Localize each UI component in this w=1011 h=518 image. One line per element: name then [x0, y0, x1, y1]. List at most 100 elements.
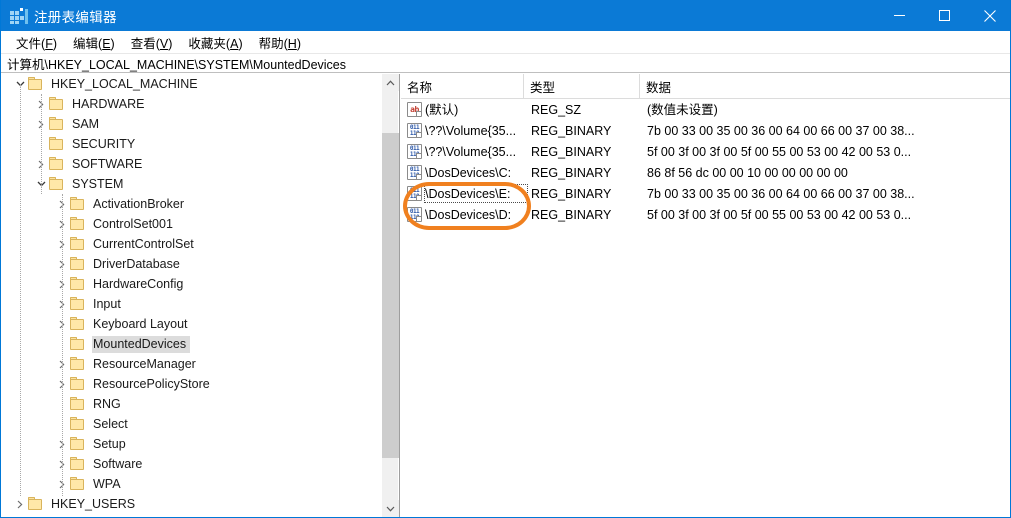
- menu-bar: 文件(F) 编辑(E) 查看(V) 收藏夹(A) 帮助(H): [1, 31, 1010, 54]
- value-data: 5f 00 3f 00 3f 00 5f 00 55 00 53 00 42 0…: [647, 144, 912, 159]
- tree-item-label: HKEY_USERS: [51, 496, 136, 511]
- tree-item-resourcepolicystore[interactable]: ResourcePolicyStore: [1, 374, 379, 394]
- tree-item-label: RNG: [93, 396, 121, 411]
- folder-icon: [70, 257, 86, 271]
- column-header-label: 类型: [530, 80, 556, 95]
- folder-icon: [70, 357, 86, 371]
- value-name: \DosDevices\D:: [425, 207, 512, 222]
- value-type: REG_BINARY: [531, 123, 612, 138]
- tree-item-label: HardwareConfig: [93, 276, 184, 291]
- value-type: REG_BINARY: [531, 144, 612, 159]
- tree-guide-line: [20, 84, 21, 496]
- address-bar[interactable]: 计算机\HKEY_LOCAL_MACHINE\SYSTEM\MountedDev…: [1, 53, 1010, 73]
- value-row[interactable]: 011 110 \??\Volume{35... REG_BINARY 5f 00 3f…: [401, 141, 1010, 162]
- value-row[interactable]: 011 110 \DosDevices\D: REG_BINARY 5f 00 3f 0…: [401, 204, 1010, 225]
- value-name: \??\Volume{35...: [425, 144, 517, 159]
- tree-item-sam[interactable]: SAM: [1, 114, 379, 134]
- value-row[interactable]: 011 110 \DosDevices\E: REG_BINARY 7b 00 33 0…: [401, 183, 1010, 204]
- column-header-3[interactable]: 数据: [639, 74, 1010, 98]
- tree-item-input[interactable]: Input: [1, 294, 379, 314]
- value-name: \??\Volume{35...: [425, 123, 517, 138]
- value-type: REG_BINARY: [531, 186, 612, 201]
- tree-item-resourcemanager[interactable]: ResourceManager: [1, 354, 379, 374]
- tree-item-currentcontrolset[interactable]: CurrentControlSet: [1, 234, 379, 254]
- tree-scroll-area: HKEY_LOCAL_MACHINE HARDWARE SAM SECURITY SOF…: [1, 74, 379, 517]
- folder-icon: [70, 437, 86, 451]
- menu-item-1[interactable]: 文件(F): [8, 31, 65, 54]
- folder-icon: [28, 497, 44, 511]
- address-path: 计算机\HKEY_LOCAL_MACHINE\SYSTEM\MountedDev…: [7, 57, 346, 72]
- tree-item-controlset001[interactable]: ControlSet001: [1, 214, 379, 234]
- menu-item-2[interactable]: 编辑(E): [65, 31, 123, 54]
- menu-item-accelerator: F: [45, 36, 53, 51]
- folder-icon: [70, 337, 86, 351]
- value-row[interactable]: ab (默认) REG_SZ (数值未设置): [401, 99, 1010, 120]
- tree-item-rng[interactable]: RNG: [1, 394, 379, 414]
- tree-scrollbar[interactable]: [381, 74, 399, 517]
- list-column-headers: 名称 类型 数据: [401, 74, 1010, 99]
- menu-item-label: 查看: [130, 36, 156, 51]
- menu-item-3[interactable]: 查看(V): [123, 31, 181, 54]
- scroll-up-icon[interactable]: [382, 74, 399, 91]
- binary-value-icon: 011 110: [407, 207, 422, 222]
- column-header-label: 数据: [646, 80, 672, 95]
- tree-guide-line: [62, 194, 63, 496]
- tree-item-setup[interactable]: Setup: [1, 434, 379, 454]
- folder-icon: [28, 77, 44, 91]
- close-button[interactable]: [967, 0, 1010, 31]
- list-rows: ab (默认) REG_SZ (数值未设置) 011 110 \??\Volume{35..…: [401, 99, 1010, 517]
- tree-item-hardware[interactable]: HARDWARE: [1, 94, 379, 114]
- tree-item-keyboard-layout[interactable]: Keyboard Layout: [1, 314, 379, 334]
- registry-values-pane: 名称 类型 数据 ab (默认) REG_SZ (数值未设置) 011 110 \??\Volu…: [401, 74, 1010, 517]
- tree-item-label: Setup: [93, 436, 126, 451]
- registry-tree-pane: HKEY_LOCAL_MACHINE HARDWARE SAM SECURITY SOF…: [1, 74, 400, 517]
- tree-item-software[interactable]: Software: [1, 454, 379, 474]
- column-header-2[interactable]: 类型: [523, 74, 639, 98]
- value-name: \DosDevices\E:: [425, 186, 511, 201]
- registry-editor-icon: [10, 7, 28, 24]
- folder-icon: [49, 137, 65, 151]
- chevron-right-icon[interactable]: [12, 494, 28, 514]
- tree-item-mounteddevices[interactable]: MountedDevices: [1, 334, 379, 354]
- tree-item-hardwareconfig[interactable]: HardwareConfig: [1, 274, 379, 294]
- value-row[interactable]: 011 110 \DosDevices\C: REG_BINARY 86 8f 56 d…: [401, 162, 1010, 183]
- tree-item-hkey-users[interactable]: HKEY_USERS: [1, 494, 379, 514]
- column-header-1[interactable]: 名称: [401, 74, 523, 98]
- tree-item-label: HARDWARE: [72, 96, 145, 111]
- value-data: 7b 00 33 00 35 00 36 00 64 00 66 00 37 0…: [647, 123, 915, 138]
- folder-icon: [49, 177, 65, 191]
- folder-icon: [70, 277, 86, 291]
- binary-value-icon: 011 110: [407, 123, 422, 138]
- tree-item-label: MountedDevices: [92, 335, 191, 353]
- tree-item-hkey-local-machine[interactable]: HKEY_LOCAL_MACHINE: [1, 74, 379, 94]
- tree-item-software[interactable]: SOFTWARE: [1, 154, 379, 174]
- maximize-button[interactable]: [922, 0, 967, 31]
- value-type: REG_SZ: [531, 102, 582, 117]
- tree-item-label: Select: [93, 416, 128, 431]
- menu-item-5[interactable]: 帮助(H): [251, 31, 309, 54]
- column-header-label: 名称: [407, 80, 433, 95]
- value-row[interactable]: 011 110 \??\Volume{35... REG_BINARY 7b 00 33…: [401, 120, 1010, 141]
- tree-item-label: SOFTWARE: [72, 156, 143, 171]
- minimize-button[interactable]: [877, 0, 922, 31]
- tree-item-activationbroker[interactable]: ActivationBroker: [1, 194, 379, 214]
- value-type: REG_BINARY: [531, 207, 612, 222]
- folder-icon: [49, 97, 65, 111]
- tree-item-label: ActivationBroker: [93, 196, 185, 211]
- value-data: 5f 00 3f 00 3f 00 5f 00 55 00 53 00 42 0…: [647, 207, 912, 222]
- tree-item-system[interactable]: SYSTEM: [1, 174, 379, 194]
- folder-icon: [70, 297, 86, 311]
- tree-item-wpa[interactable]: WPA: [1, 474, 379, 494]
- tree-item-label: ControlSet001: [93, 216, 173, 231]
- value-name: (默认): [425, 102, 459, 117]
- tree-item-security[interactable]: SECURITY: [1, 134, 379, 154]
- content-area: HKEY_LOCAL_MACHINE HARDWARE SAM SECURITY SOF…: [1, 74, 1010, 517]
- folder-icon: [70, 397, 86, 411]
- menu-item-4[interactable]: 收藏夹(A): [180, 31, 250, 54]
- tree-item-label: Input: [93, 296, 121, 311]
- tree-item-select[interactable]: Select: [1, 414, 379, 434]
- scroll-down-icon[interactable]: [382, 500, 399, 517]
- tree-item-driverdatabase[interactable]: DriverDatabase: [1, 254, 379, 274]
- folder-icon: [49, 117, 65, 131]
- tree-scrollbar-thumb[interactable]: [382, 133, 399, 458]
